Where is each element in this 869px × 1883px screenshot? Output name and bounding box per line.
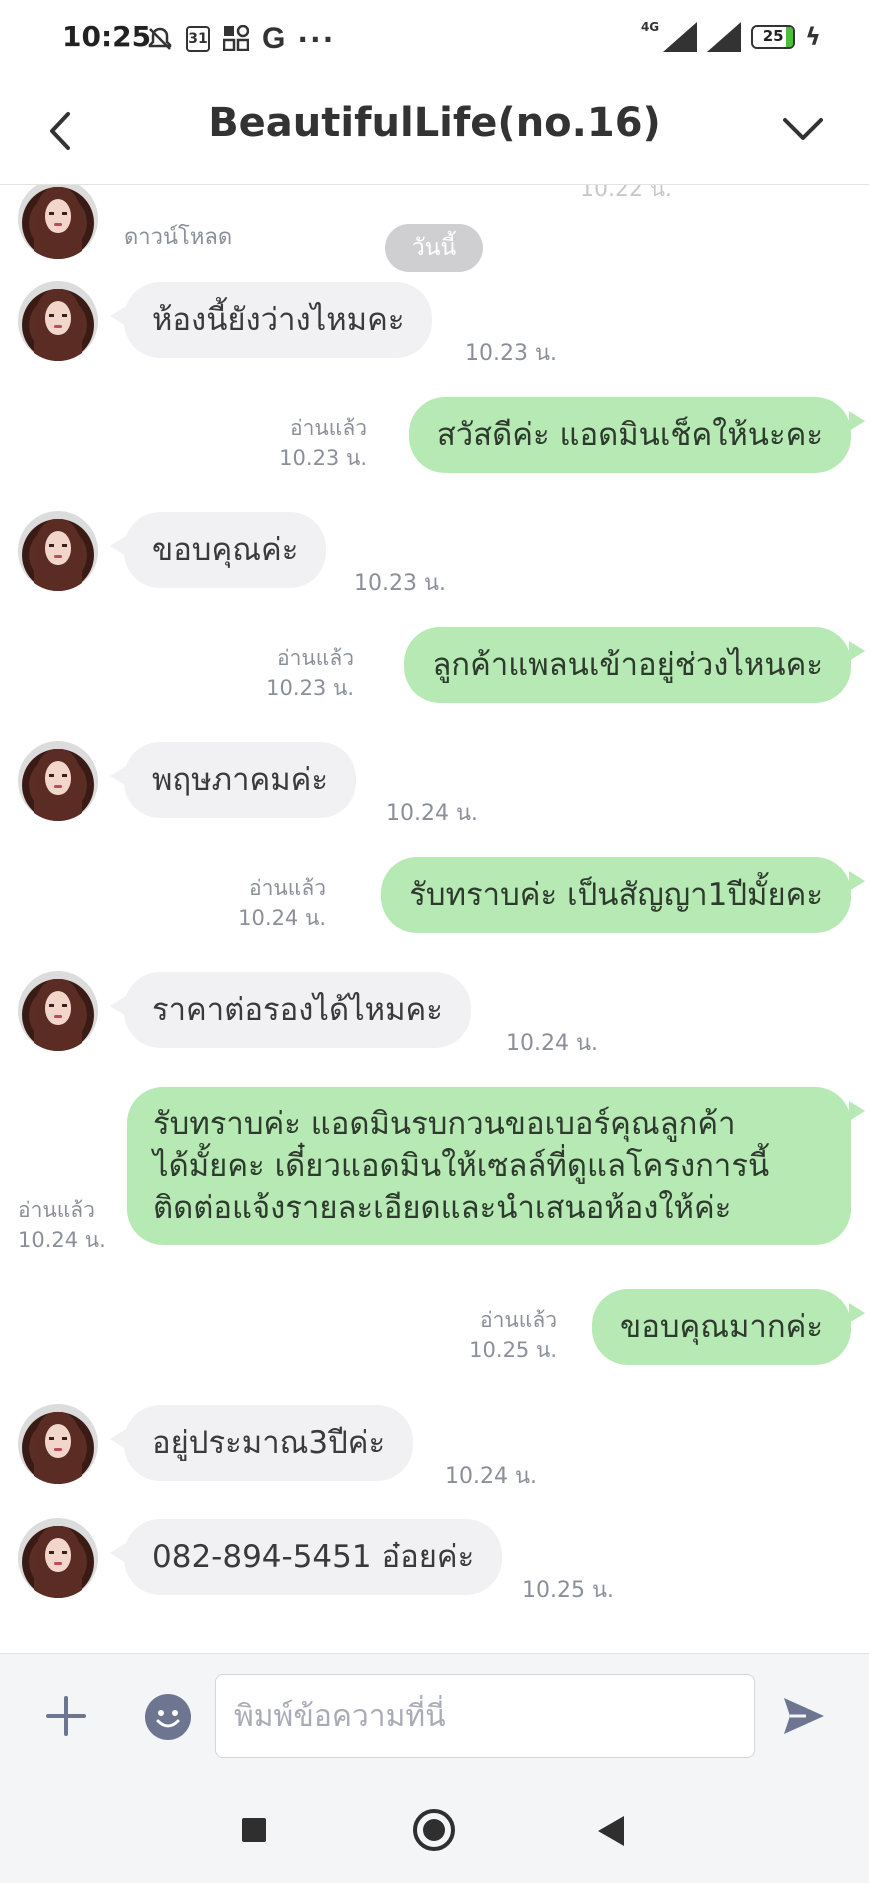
message-time: 10.23 น. — [279, 446, 367, 470]
read-receipt: อ่านแล้ว — [480, 1308, 557, 1332]
charging-icon: ϟ — [805, 23, 821, 51]
calendar-icon: 31 — [186, 26, 210, 52]
outgoing-message[interactable]: รับทราบค่ะ เป็นสัญญา1ปีมั้ยคะ — [381, 857, 865, 933]
more-dots-icon: ··· — [297, 22, 336, 56]
incoming-message[interactable]: อยู่ประมาณ3ปีค่ะ — [109, 1405, 414, 1481]
previous-message-time: 10.22 น. — [580, 185, 673, 202]
read-receipt: อ่านแล้ว — [18, 1198, 95, 1222]
emoji-button[interactable] — [145, 1694, 191, 1740]
status-bar: 10:25 31 G ··· 4G 25 ϟ — [0, 0, 869, 78]
avatar[interactable] — [18, 281, 98, 361]
incoming-message[interactable]: พฤษภาคมค่ะ — [109, 742, 357, 818]
home-button[interactable] — [413, 1809, 455, 1851]
battery-icon: 25 — [751, 25, 796, 49]
outgoing-message[interactable]: สวัสดีค่ะ แอดมินเช็คให้นะคะ — [408, 397, 866, 473]
message-meta: อ่านแล้ว 10.23 น. — [266, 643, 354, 703]
message-time: 10.23 น. — [354, 571, 447, 596]
message-time: 10.24 น. — [238, 906, 326, 930]
message-list[interactable]: 10.22 น. ดาวน์โหลด วันนี้ ห้องนี้ยังว่าง… — [0, 185, 869, 1653]
message-meta: อ่านแล้ว 10.24 น. — [238, 873, 326, 933]
message-line: รับทราบค่ะ แอดมินรบกวนขอเบอร์คุณลูกค้า — [153, 1106, 736, 1142]
read-receipt: อ่านแล้ว — [290, 416, 367, 440]
battery-level: 25 — [762, 27, 784, 45]
incoming-message[interactable]: 082-894-5451 อ๋อยค่ะ — [109, 1519, 503, 1595]
signal-icon-2 — [707, 22, 742, 52]
avatar[interactable] — [18, 185, 98, 259]
download-label[interactable]: ดาวน์โหลด — [124, 219, 232, 254]
incoming-message[interactable]: ขอบคุณค่ะ — [109, 512, 327, 588]
system-back-button[interactable] — [598, 1816, 624, 1846]
incoming-message[interactable]: ราคาต่อรองได้ไหมคะ — [110, 972, 471, 1048]
message-line: ติดต่อแจ้งรายละเอียดและนำเสนอห้องให้ค่ะ — [153, 1190, 732, 1226]
avatar[interactable] — [18, 511, 98, 591]
read-receipt: อ่านแล้ว — [249, 876, 326, 900]
attach-button[interactable] — [40, 1690, 92, 1742]
message-time: 10.24 น. — [445, 1464, 538, 1489]
smiley-icon — [156, 1710, 180, 1728]
message-time: 10.23 น. — [465, 341, 558, 366]
send-button[interactable] — [780, 1692, 828, 1740]
mute-icon — [146, 25, 174, 53]
send-icon — [784, 1698, 824, 1734]
chevron-down-icon — [783, 118, 823, 140]
plus-icon — [46, 1696, 86, 1736]
message-time: 10.25 น. — [522, 1578, 615, 1603]
message-meta: อ่านแล้ว 10.25 น. — [469, 1305, 557, 1365]
read-receipt: อ่านแล้ว — [277, 646, 354, 670]
status-time: 10:25 — [62, 20, 152, 53]
recents-button[interactable] — [242, 1818, 266, 1842]
apps-grid-icon — [222, 24, 250, 53]
signal-icon — [663, 22, 698, 52]
avatar[interactable] — [18, 741, 98, 821]
avatar[interactable] — [18, 971, 98, 1051]
message-input[interactable] — [215, 1674, 755, 1758]
message-time: 10.23 น. — [266, 676, 354, 700]
avatar[interactable] — [18, 1518, 98, 1598]
message-time: 10.24 น. — [386, 801, 479, 826]
chat-title: BeautifulLife(no.16) — [208, 100, 661, 146]
outgoing-message-multiline[interactable]: รับทราบค่ะ แอดมินรบกวนขอเบอร์คุณลูกค้า ไ… — [127, 1087, 865, 1245]
date-separator: วันนี้ — [385, 224, 483, 272]
status-icons-right: 4G 25 ϟ — [640, 20, 821, 52]
outgoing-message[interactable]: ขอบคุณมากค่ะ — [592, 1289, 865, 1365]
message-time: 10.25 น. — [469, 1338, 557, 1362]
system-nav-bar — [0, 1778, 869, 1883]
composer-bar — [0, 1653, 869, 1778]
message-meta: อ่านแล้ว 10.24 น. — [18, 1195, 106, 1255]
incoming-message[interactable]: ห้องนี้ยังว่างไหมคะ — [109, 282, 433, 358]
message-line: ได้มั้ยคะ เดี๋ยวแอดมินให้เซลล์ที่ดูแลโคร… — [153, 1148, 770, 1184]
message-time: 10.24 น. — [18, 1228, 106, 1252]
google-icon: G — [262, 22, 286, 55]
header-menu-button[interactable] — [775, 102, 831, 160]
status-icons-left: 31 G ··· — [146, 22, 335, 56]
network-type: 4G — [640, 20, 660, 34]
message-meta: อ่านแล้ว 10.23 น. — [279, 413, 367, 473]
chat-header: BeautifulLife(no.16) — [0, 78, 869, 185]
avatar[interactable] — [18, 1404, 98, 1484]
outgoing-message[interactable]: ลูกค้าแพลนเข้าอยู่ช่วงไหนคะ — [404, 627, 865, 703]
message-time: 10.24 น. — [506, 1031, 599, 1056]
